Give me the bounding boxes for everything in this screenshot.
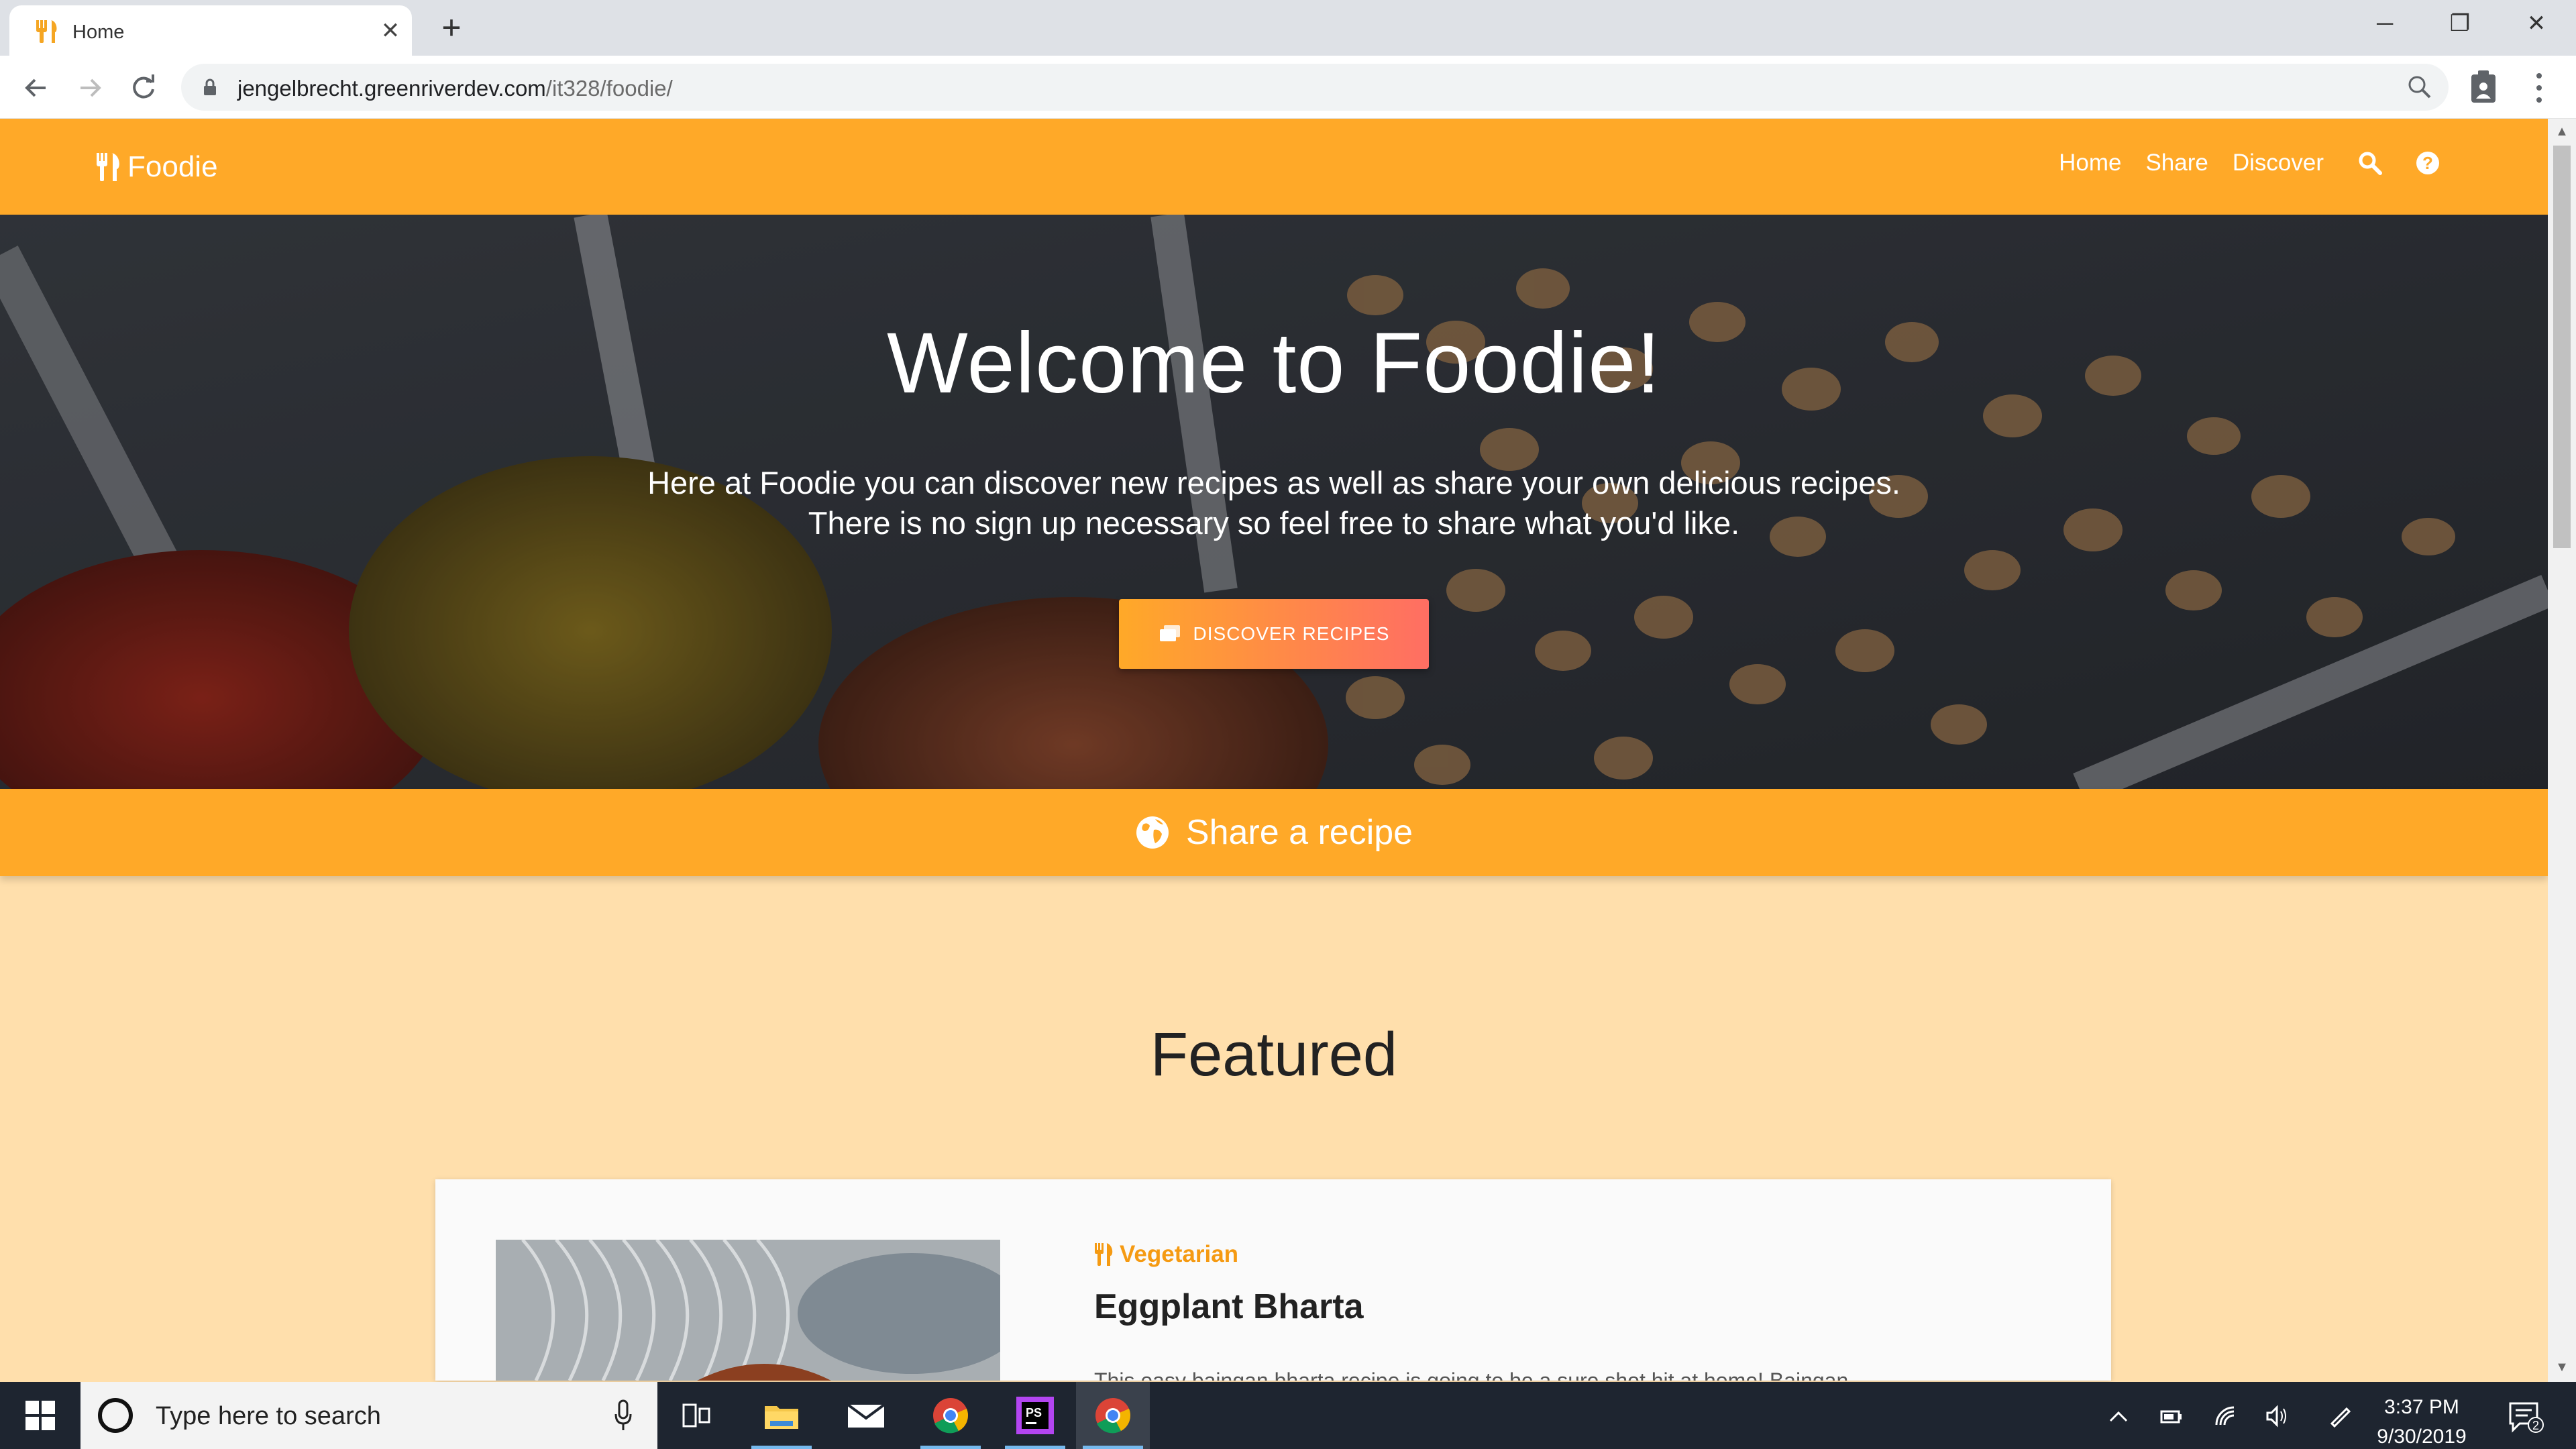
- mail-icon[interactable]: [829, 1382, 903, 1449]
- recipe-title[interactable]: Eggplant Bharta: [1094, 1287, 1364, 1327]
- scroll-down-arrow-icon[interactable]: ▼: [2555, 1360, 2569, 1375]
- brand-name: Foodie: [127, 150, 218, 183]
- recipe-image: [496, 1240, 1000, 1381]
- browser-tabstrip: Home ✕ + ─ ❐ ✕: [0, 0, 2576, 56]
- browser-toolbar: jengelbrecht.greenriverdev.com/it328/foo…: [0, 56, 2576, 119]
- share-recipe-bar[interactable]: Share a recipe: [0, 789, 2548, 876]
- forward-arrow-icon[interactable]: [72, 70, 107, 105]
- volume-icon[interactable]: [2265, 1405, 2289, 1428]
- url-text: jengelbrecht.greenriverdev.com/it328/foo…: [237, 76, 673, 101]
- lock-icon: [204, 78, 216, 95]
- nav-discover-link[interactable]: Discover: [2233, 150, 2324, 176]
- close-window-button[interactable]: ✕: [2513, 7, 2560, 40]
- minimize-button[interactable]: ─: [2361, 7, 2408, 40]
- microphone-icon[interactable]: [613, 1399, 633, 1432]
- scroll-thumb[interactable]: [2553, 146, 2571, 548]
- clock-date: 9/30/2019: [2377, 1426, 2467, 1448]
- close-tab-icon[interactable]: ✕: [377, 17, 404, 44]
- taskbar-search-box[interactable]: Type here to search: [80, 1382, 657, 1449]
- scroll-up-arrow-icon[interactable]: ▲: [2555, 124, 2569, 139]
- utensils-icon: [36, 20, 57, 43]
- battery-icon[interactable]: [2159, 1405, 2183, 1428]
- browser-tab-home[interactable]: Home ✕: [9, 5, 412, 56]
- file-explorer-icon[interactable]: [745, 1382, 818, 1449]
- nav-home-link[interactable]: Home: [2059, 150, 2121, 176]
- contact-extension-icon[interactable]: [2469, 69, 2498, 104]
- wifi-icon[interactable]: [2214, 1405, 2238, 1428]
- featured-recipe-card[interactable]: Vegetarian Eggplant Bharta This easy bai…: [435, 1179, 2111, 1381]
- hero-description: Here at Foodie you can discover new reci…: [647, 465, 1900, 541]
- back-arrow-icon[interactable]: [19, 70, 54, 105]
- browser-menu-icon[interactable]: [2529, 69, 2549, 107]
- nav-share-link[interactable]: Share: [2145, 150, 2208, 176]
- recipe-category-label: Vegetarian: [1120, 1241, 1239, 1267]
- chrome-active-window-icon[interactable]: [1076, 1382, 1150, 1449]
- zoom-icon[interactable]: [2406, 73, 2432, 100]
- nav-links: Home Share Discover ?: [2035, 150, 2440, 176]
- pen-icon[interactable]: [2328, 1405, 2352, 1428]
- svg-text:?: ?: [2422, 153, 2433, 173]
- help-icon[interactable]: ?: [2415, 150, 2440, 176]
- utensils-icon: [97, 153, 119, 181]
- page-scrollbar[interactable]: ▲ ▼: [2548, 119, 2576, 1382]
- recipe-photo: [496, 1240, 1000, 1381]
- address-bar[interactable]: jengelbrecht.greenriverdev.com/it328/foo…: [181, 64, 2449, 111]
- svg-text:PS: PS: [1026, 1406, 1042, 1419]
- site-navbar: Foodie Home Share Discover ?: [0, 119, 2548, 215]
- brand-logo[interactable]: Foodie: [95, 148, 218, 186]
- taskbar-clock[interactable]: 3:37 PM 9/30/2019: [2361, 1393, 2482, 1449]
- taskbar-search-placeholder: Type here to search: [156, 1402, 381, 1430]
- cortana-icon[interactable]: [98, 1398, 133, 1433]
- utensils-icon: [1095, 1243, 1113, 1266]
- hero-section: Welcome to Foodie! Here at Foodie you ca…: [0, 215, 2548, 789]
- notification-count: 2: [2532, 1419, 2539, 1432]
- recipe-description: This easy baingan bharta recipe is going…: [1094, 1368, 1849, 1381]
- tab-title: Home: [72, 21, 125, 43]
- phpstorm-icon[interactable]: PS: [998, 1382, 1072, 1449]
- restore-button[interactable]: ❐: [2436, 7, 2483, 40]
- chrome-icon[interactable]: [914, 1382, 987, 1449]
- cards-icon: [1159, 625, 1180, 641]
- windows-start-icon[interactable]: [25, 1401, 55, 1430]
- reload-icon[interactable]: [126, 70, 161, 105]
- discover-recipes-button[interactable]: DISCOVER RECIPES: [1119, 599, 1429, 669]
- featured-heading: Featured: [1150, 1020, 1398, 1089]
- action-center-icon[interactable]: 2: [2506, 1399, 2544, 1434]
- globe-icon: [1136, 816, 1169, 849]
- show-hidden-icons-chevron-icon[interactable]: [2106, 1405, 2131, 1428]
- share-recipe-label: Share a recipe: [1185, 813, 1413, 852]
- hero-title: Welcome to Foodie!: [887, 315, 1661, 411]
- clock-time: 3:37 PM: [2384, 1396, 2459, 1418]
- discover-recipes-label: DISCOVER RECIPES: [1193, 623, 1390, 644]
- windows-taskbar: Type here to search PS 3:37 PM 9/30/2019…: [0, 1382, 2576, 1449]
- recipe-category[interactable]: Vegetarian: [1094, 1241, 1238, 1268]
- search-icon[interactable]: [2357, 150, 2383, 176]
- task-view-icon[interactable]: [660, 1382, 734, 1449]
- new-tab-button[interactable]: +: [435, 11, 468, 46]
